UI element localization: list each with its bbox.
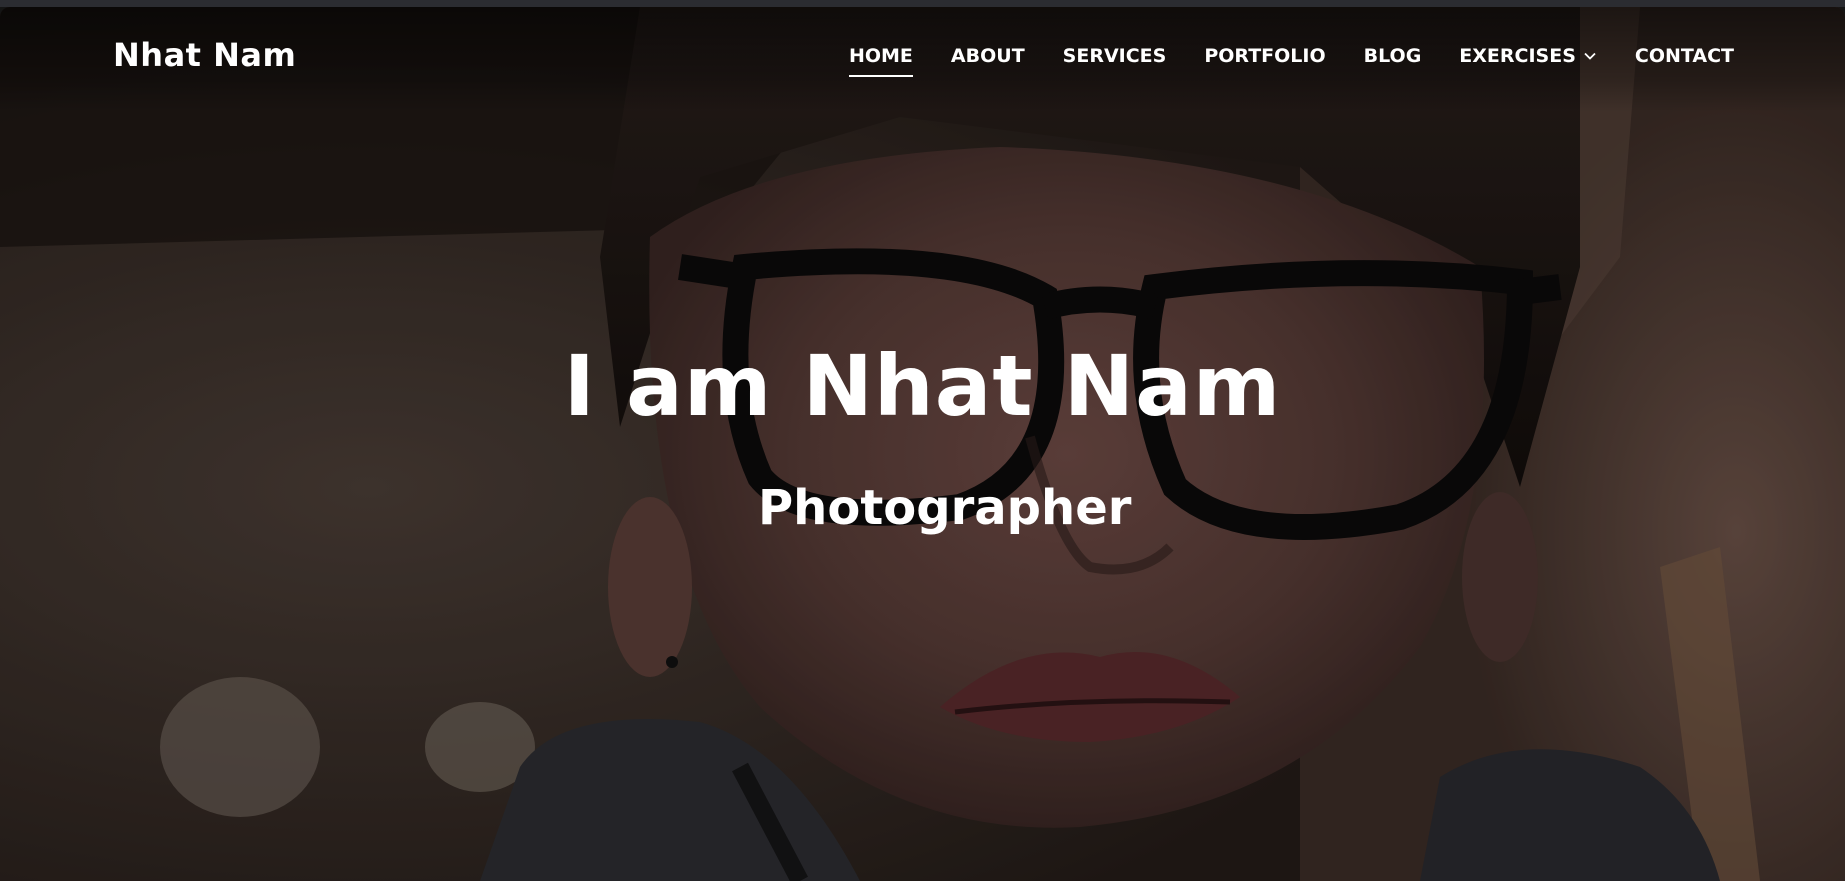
site-logo[interactable]: Nhat Nam [113,36,296,74]
nav-about[interactable]: ABOUT [951,45,1025,77]
nav-exercises-label: EXERCISES [1459,45,1576,67]
nav-exercises[interactable]: EXERCISES [1459,45,1597,77]
nav-blog[interactable]: BLOG [1364,45,1422,77]
window-top-strip [0,0,1845,7]
nav-contact[interactable]: CONTACT [1635,45,1734,77]
hero-section: Nhat Nam HOME ABOUT SERVICES PORTFOLIO B… [0,7,1845,881]
site-header: Nhat Nam HOME ABOUT SERVICES PORTFOLIO B… [0,7,1845,112]
hero-title: I am Nhat Nam [563,337,1282,435]
main-nav: HOME ABOUT SERVICES PORTFOLIO BLOG EXERC… [848,45,1734,77]
nav-services[interactable]: SERVICES [1063,45,1167,77]
hero-subtitle: Photographer [758,480,1132,536]
chevron-down-icon [1584,52,1596,60]
browser-viewport: Nhat Nam HOME ABOUT SERVICES PORTFOLIO B… [0,0,1845,881]
nav-home[interactable]: HOME [848,45,913,77]
nav-portfolio[interactable]: PORTFOLIO [1204,45,1325,77]
hero-text: I am Nhat Nam Photographer [0,7,1845,881]
